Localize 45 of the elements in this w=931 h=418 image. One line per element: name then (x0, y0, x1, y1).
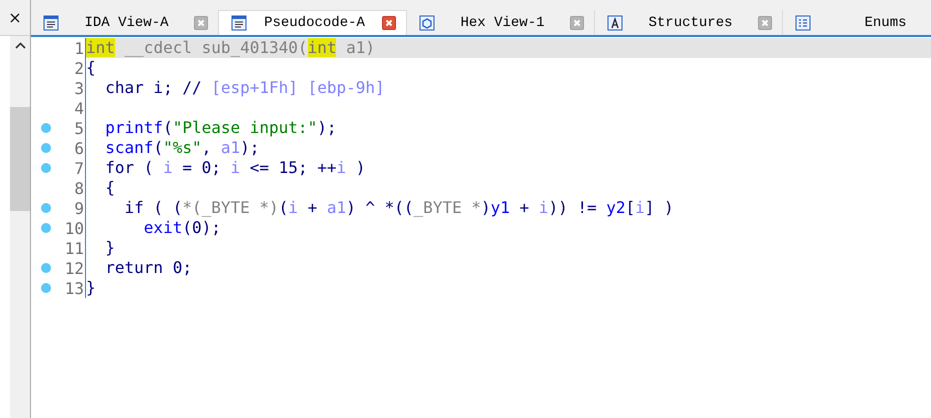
scrollbar-thumb[interactable] (10, 107, 30, 211)
code-line: for ( i = 0; i <= 15; ++i ) (85, 158, 931, 178)
tab[interactable]: Pseudocode-A (219, 10, 407, 35)
code-line: { (85, 178, 931, 198)
line-number: 7 (73, 158, 84, 178)
line-number: 13 (64, 278, 84, 298)
breakpoint-icon[interactable] (41, 223, 51, 233)
line-number: 12 (64, 258, 84, 278)
breakpoint-icon[interactable] (41, 263, 51, 273)
line-number: 11 (64, 238, 84, 258)
code-line: scanf("%s", a1); (85, 138, 931, 158)
line-number: 5 (73, 118, 84, 138)
code-line: } (85, 278, 931, 298)
code-line: { (85, 58, 931, 78)
close-button[interactable]: × (8, 10, 22, 26)
document-icon (231, 15, 247, 31)
hexagon-icon (419, 14, 435, 30)
close-icon[interactable] (194, 16, 208, 30)
line-number: 2 (73, 58, 84, 78)
breakpoint-icon[interactable] (41, 203, 51, 213)
code-line: return 0; (85, 258, 931, 278)
list-icon (795, 14, 811, 30)
line-number: 1 (73, 38, 84, 58)
code-line: exit(0); (85, 218, 931, 238)
breakpoint-icon[interactable] (41, 283, 51, 293)
code-line: } (85, 238, 931, 258)
line-number: 4 (73, 98, 84, 118)
scrollbar[interactable] (10, 36, 30, 418)
code-line: char i; // [esp+1Fh] [ebp-9h] (85, 78, 931, 98)
breakpoint-icon[interactable] (41, 163, 51, 173)
line-number: 3 (73, 78, 84, 98)
line-number: 10 (64, 218, 84, 238)
line-number: 6 (73, 138, 84, 158)
close-icon[interactable] (570, 16, 584, 30)
chevron-up-icon[interactable] (14, 42, 26, 49)
code-line: printf("Please input:"); (85, 118, 931, 138)
letter-a-icon (607, 14, 623, 30)
line-number: 8 (73, 178, 84, 198)
close-icon[interactable] (382, 16, 396, 30)
breakpoint-icon[interactable] (41, 143, 51, 153)
breakpoint-icon[interactable] (41, 123, 51, 133)
document-icon (43, 14, 59, 30)
close-icon[interactable] (758, 16, 772, 30)
line-number: 9 (73, 198, 84, 218)
code-line: if ( (*(_BYTE *)(i + a1) ^ *((_BYTE *)y1 + i)) != y2[i] ) (85, 198, 931, 218)
